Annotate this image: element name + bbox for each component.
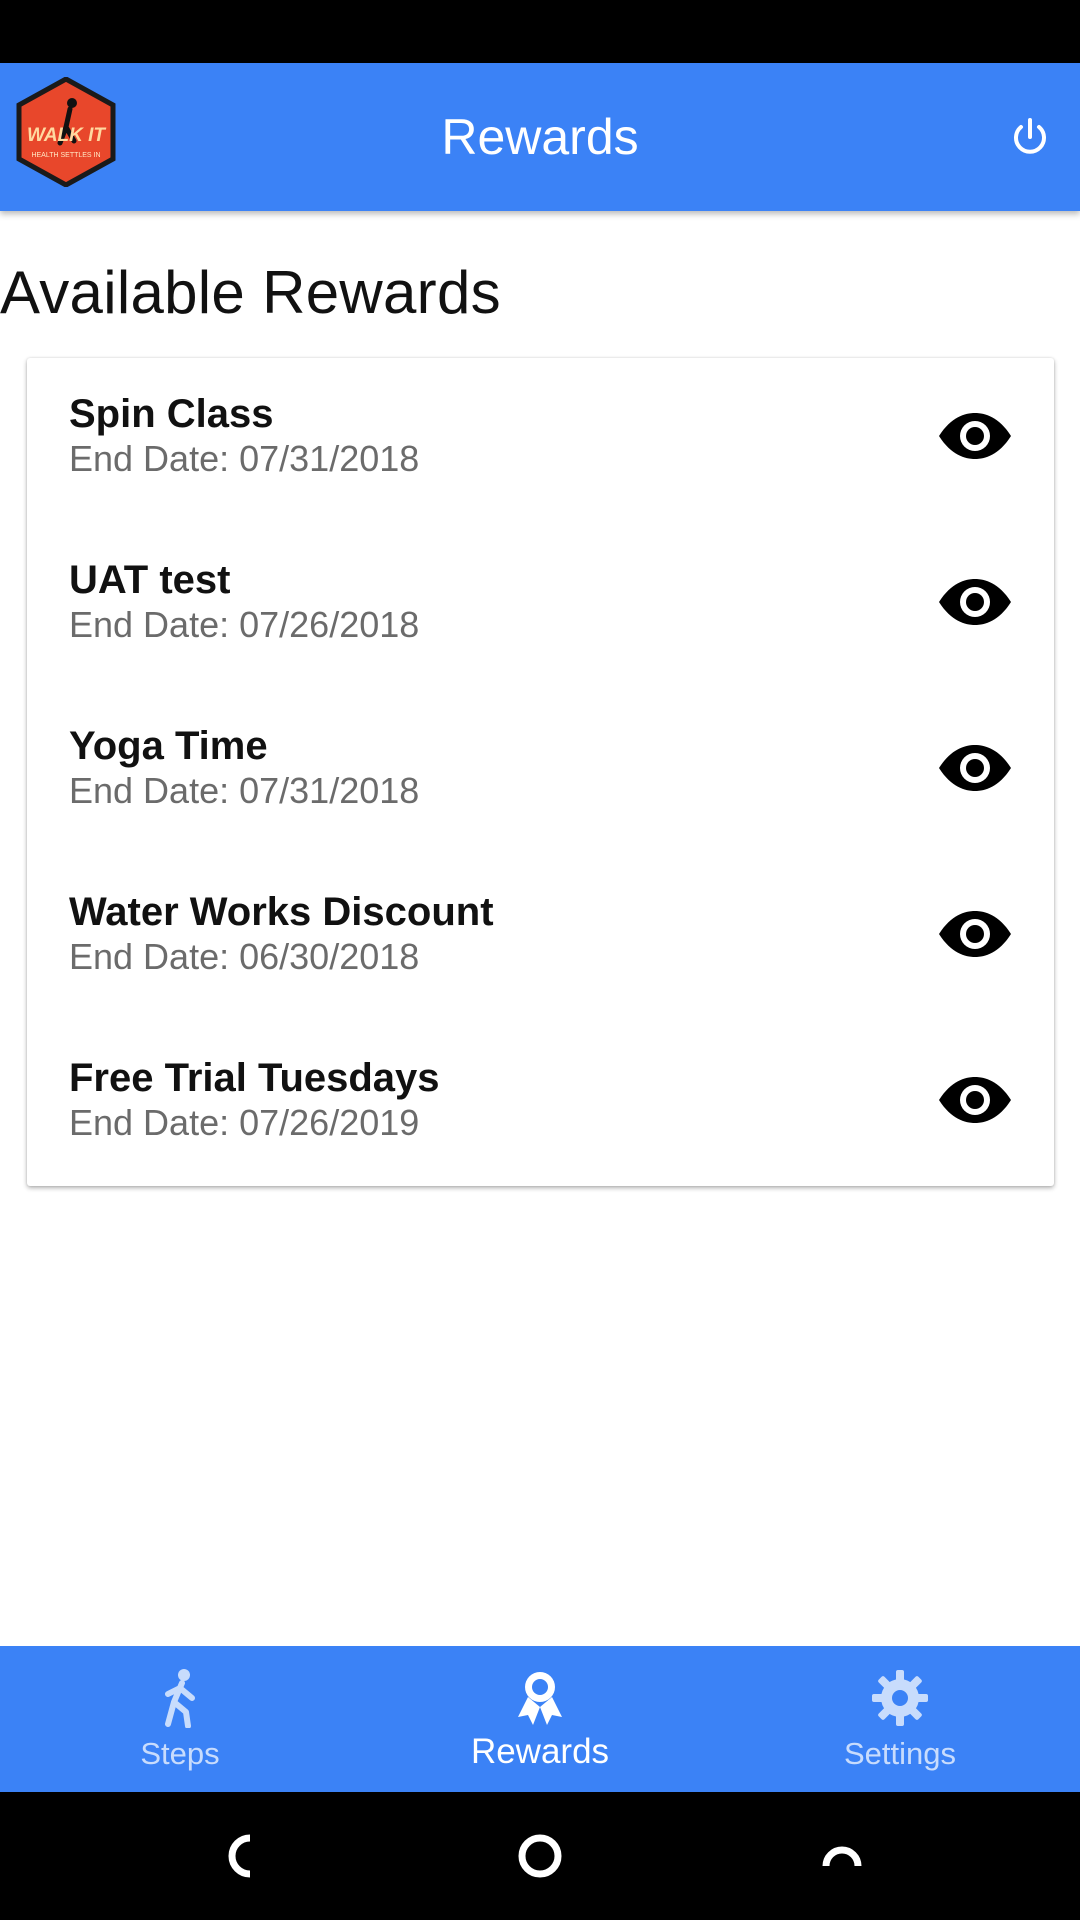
back-button[interactable] — [210, 1826, 270, 1886]
eye-icon — [939, 745, 1011, 791]
power-icon — [1014, 118, 1046, 154]
view-reward-button[interactable] — [935, 1070, 1015, 1130]
tab-label: Settings — [843, 1736, 956, 1771]
tab-settings[interactable]: Settings — [720, 1646, 1080, 1792]
home-icon — [518, 1834, 562, 1878]
eye-icon — [939, 1077, 1011, 1123]
tab-rewards[interactable]: Rewards — [360, 1646, 720, 1792]
walking-icon — [148, 1666, 212, 1730]
reward-end-date: End Date: 07/31/2018 — [69, 770, 420, 811]
rewards-list: Spin Class End Date: 07/31/2018 UAT test… — [27, 358, 1054, 1186]
view-reward-button[interactable] — [935, 738, 1015, 798]
eye-icon — [939, 579, 1011, 625]
reward-item[interactable]: Yoga Time End Date: 07/31/2018 — [27, 690, 1054, 856]
app-bar: WALK IT HEALTH SETTLES IN Rewards — [0, 63, 1080, 211]
gear-icon — [868, 1666, 932, 1730]
eye-icon — [939, 911, 1011, 957]
view-reward-button[interactable] — [935, 904, 1015, 964]
reward-end-date: End Date: 07/26/2019 — [69, 1102, 420, 1143]
bottom-nav: Steps Rewards Settings — [0, 1646, 1080, 1792]
reward-end-date: End Date: 07/26/2018 — [69, 604, 420, 645]
reward-end-date: End Date: 07/31/2018 — [69, 438, 420, 479]
reward-item[interactable]: Spin Class End Date: 07/31/2018 — [27, 358, 1054, 524]
tab-label: Steps — [140, 1736, 220, 1771]
reward-name: Free Trial Tuesdays — [69, 1056, 440, 1100]
section-title: Available Rewards — [0, 259, 501, 326]
tab-label: Rewards — [470, 1732, 610, 1771]
logout-button[interactable] — [1000, 107, 1060, 167]
back-icon — [228, 1834, 251, 1878]
reward-name: Water Works Discount — [69, 890, 494, 934]
tab-steps[interactable]: Steps — [0, 1646, 360, 1792]
reward-name: Spin Class — [69, 392, 274, 436]
reward-name: Yoga Time — [69, 724, 268, 768]
eye-icon — [939, 413, 1011, 459]
recents-button[interactable] — [812, 1826, 872, 1886]
recents-icon — [822, 1846, 862, 1867]
view-reward-button[interactable] — [935, 406, 1015, 466]
reward-item[interactable]: UAT test End Date: 07/26/2018 — [27, 524, 1054, 690]
award-icon — [508, 1666, 572, 1730]
reward-end-date: End Date: 06/30/2018 — [69, 936, 420, 977]
reward-name: UAT test — [69, 558, 231, 602]
reward-item[interactable]: Water Works Discount End Date: 06/30/201… — [27, 856, 1054, 1022]
page-title: Rewards — [441, 109, 639, 165]
system-nav-bar — [0, 1792, 1080, 1920]
status-bar — [0, 0, 1080, 63]
reward-item[interactable]: Free Trial Tuesdays End Date: 07/26/2019 — [27, 1022, 1054, 1188]
view-reward-button[interactable] — [935, 572, 1015, 632]
home-button[interactable] — [510, 1826, 570, 1886]
